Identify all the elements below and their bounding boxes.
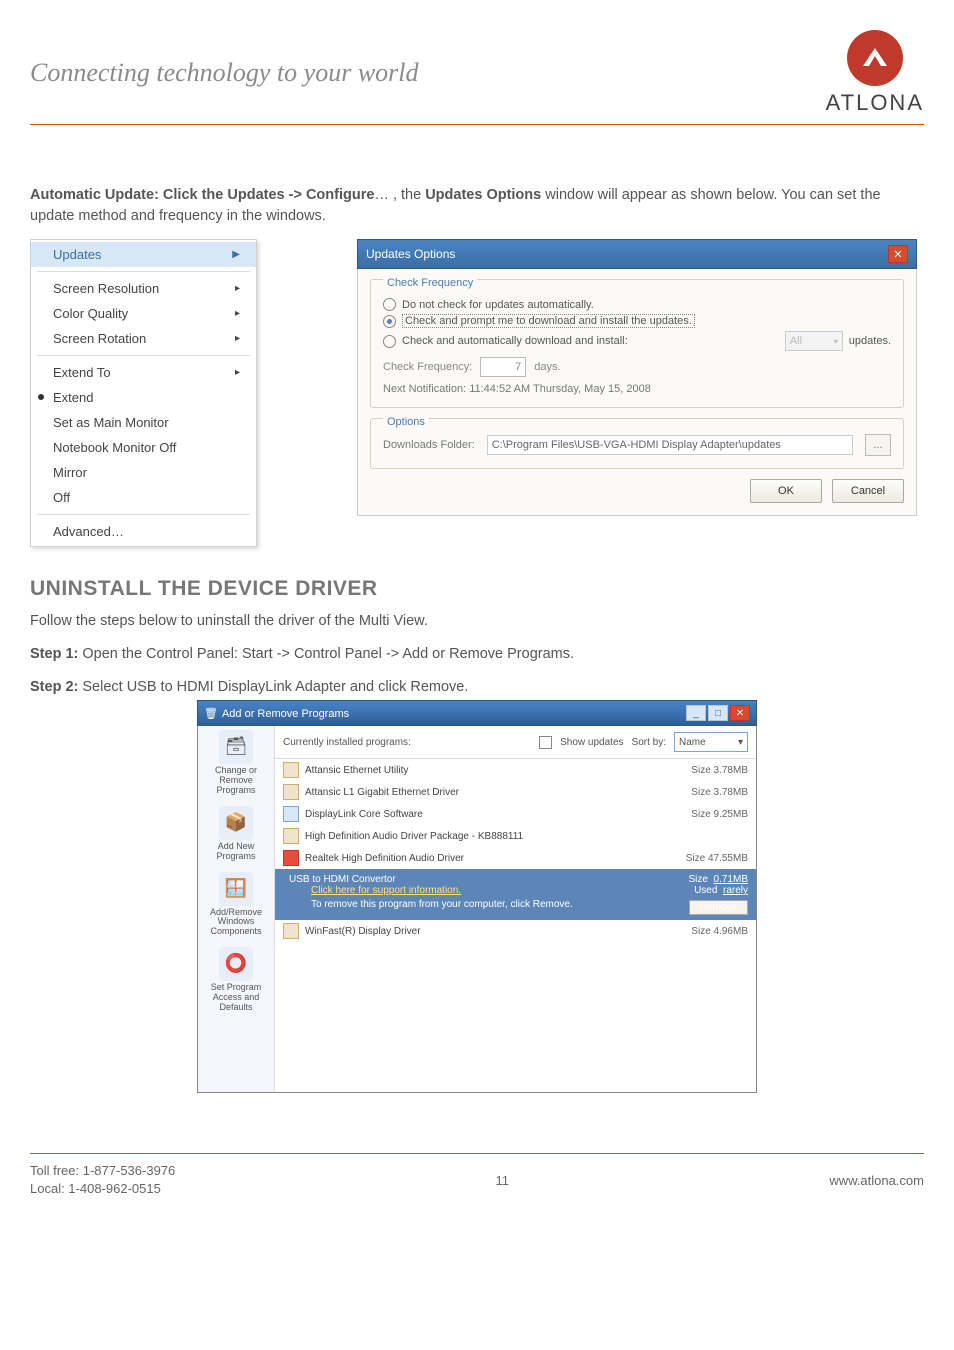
minimize-icon[interactable]: _ [686, 705, 706, 721]
program-list: Attansic Ethernet UtilitySize 3.78MB Att… [275, 759, 756, 1092]
downloads-folder-input[interactable]: C:\Program Files\USB-VGA-HDMI Display Ad… [487, 435, 853, 455]
freq-input[interactable]: 7 [480, 357, 526, 377]
freq-label: Check Frequency: [383, 361, 472, 373]
step-1: Step 1: Open the Control Panel: Start ->… [30, 644, 924, 665]
radio-auto[interactable]: Check and automatically download and ins… [383, 331, 891, 351]
brand-text: ATLONA [826, 90, 924, 116]
arp-titlebar: 🗑Add or Remove Programs _ □ ✕ [197, 700, 757, 726]
page-number: 11 [496, 1173, 510, 1188]
show-updates-checkbox[interactable] [539, 736, 552, 749]
sidebar-add-windows[interactable]: 🪟Add/Remove Windows Components [200, 872, 272, 938]
uninstall-heading: UNINSTALL THE DEVICE DRIVER [30, 577, 924, 601]
support-link[interactable]: Click here for support information. [311, 885, 683, 896]
header-divider [30, 124, 924, 125]
browse-button[interactable]: ... [865, 434, 891, 456]
uninstall-intro: Follow the steps below to uninstall the … [30, 611, 924, 632]
intro-paragraph: Automatic Update: Click the Updates -> C… [30, 185, 924, 227]
add-remove-programs-window: 🗑Add or Remove Programs _ □ ✕ 🗃Change or… [197, 700, 757, 1093]
bullet-icon [38, 394, 44, 400]
currently-installed-label: Currently installed programs: [283, 737, 411, 748]
context-menu: Updates▶ Screen Resolution▸ Color Qualit… [30, 239, 257, 547]
close-icon[interactable]: ✕ [730, 705, 750, 721]
list-item[interactable]: Realtek High Definition Audio DriverSize… [275, 847, 756, 869]
menu-screen-rotation[interactable]: Screen Rotation▸ [31, 326, 256, 351]
show-updates-label: Show updates [560, 737, 623, 748]
updates-scope-select: All▾ [785, 331, 843, 351]
brand-logo: ATLONA [826, 30, 924, 116]
list-item[interactable]: Attansic L1 Gigabit Ethernet DriverSize … [275, 781, 756, 803]
dialog-titlebar: Updates Options ✕ [357, 239, 917, 269]
chevron-down-icon: ▾ [834, 337, 838, 346]
sort-by-select[interactable]: Name▾ [674, 732, 748, 752]
cancel-button[interactable]: Cancel [832, 479, 904, 503]
sidebar-set-access[interactable]: ⭕Set Program Access and Defaults [200, 947, 272, 1013]
menu-extend[interactable]: Extend [31, 385, 256, 410]
menu-notebook-off[interactable]: Notebook Monitor Off [31, 435, 256, 460]
check-frequency-legend: Check Frequency [383, 277, 477, 289]
sidebar-change-remove[interactable]: 🗃Change or Remove Programs [200, 730, 272, 796]
list-item-selected[interactable]: USB to HDMI Convertor Click here for sup… [275, 869, 756, 920]
list-item[interactable]: WinFast(R) Display DriverSize 4.96MB [275, 920, 756, 942]
footer-contact: Toll free: 1-877-536-3976 Local: 1-408-9… [30, 1162, 175, 1198]
chevron-down-icon: ▾ [738, 737, 743, 748]
logo-mark [847, 30, 903, 86]
sidebar-add-new[interactable]: 📦Add New Programs [200, 806, 272, 862]
footer-divider [30, 1153, 924, 1154]
menu-set-main[interactable]: Set as Main Monitor [31, 410, 256, 435]
ok-button[interactable]: OK [750, 479, 822, 503]
tagline: Connecting technology to your world [30, 58, 419, 88]
chevron-right-icon: ▶ [232, 249, 240, 260]
menu-color-quality[interactable]: Color Quality▸ [31, 301, 256, 326]
list-item[interactable]: Attansic Ethernet UtilitySize 3.78MB [275, 759, 756, 781]
next-notification: Next Notification: 11:44:52 AM Thursday,… [383, 383, 891, 395]
options-legend: Options [383, 416, 429, 428]
close-icon[interactable]: ✕ [888, 245, 908, 263]
remove-button[interactable]: Remove [689, 900, 748, 915]
downloads-folder-label: Downloads Folder: [383, 439, 475, 451]
updates-options-dialog: Updates Options ✕ Check Frequency Do not… [357, 239, 917, 516]
radio-no-check[interactable]: Do not check for updates automatically. [383, 298, 891, 311]
menu-off[interactable]: Off [31, 485, 256, 510]
step-2: Step 2: Select USB to HDMI DisplayLink A… [30, 677, 924, 698]
menu-screen-resolution[interactable]: Screen Resolution▸ [31, 276, 256, 301]
footer-url: www.atlona.com [829, 1173, 924, 1188]
list-item[interactable]: DisplayLink Core SoftwareSize 9.25MB [275, 803, 756, 825]
menu-mirror[interactable]: Mirror [31, 460, 256, 485]
sort-by-label: Sort by: [632, 737, 666, 748]
menu-extend-to[interactable]: Extend To▸ [31, 360, 256, 385]
maximize-icon[interactable]: □ [708, 705, 728, 721]
arp-sidebar: 🗃Change or Remove Programs 📦Add New Prog… [198, 726, 275, 1092]
menu-advanced[interactable]: Advanced… [31, 519, 256, 544]
list-item[interactable]: High Definition Audio Driver Package - K… [275, 825, 756, 847]
radio-prompt[interactable]: Check and prompt me to download and inst… [383, 314, 891, 328]
menu-updates[interactable]: Updates▶ [31, 242, 256, 267]
